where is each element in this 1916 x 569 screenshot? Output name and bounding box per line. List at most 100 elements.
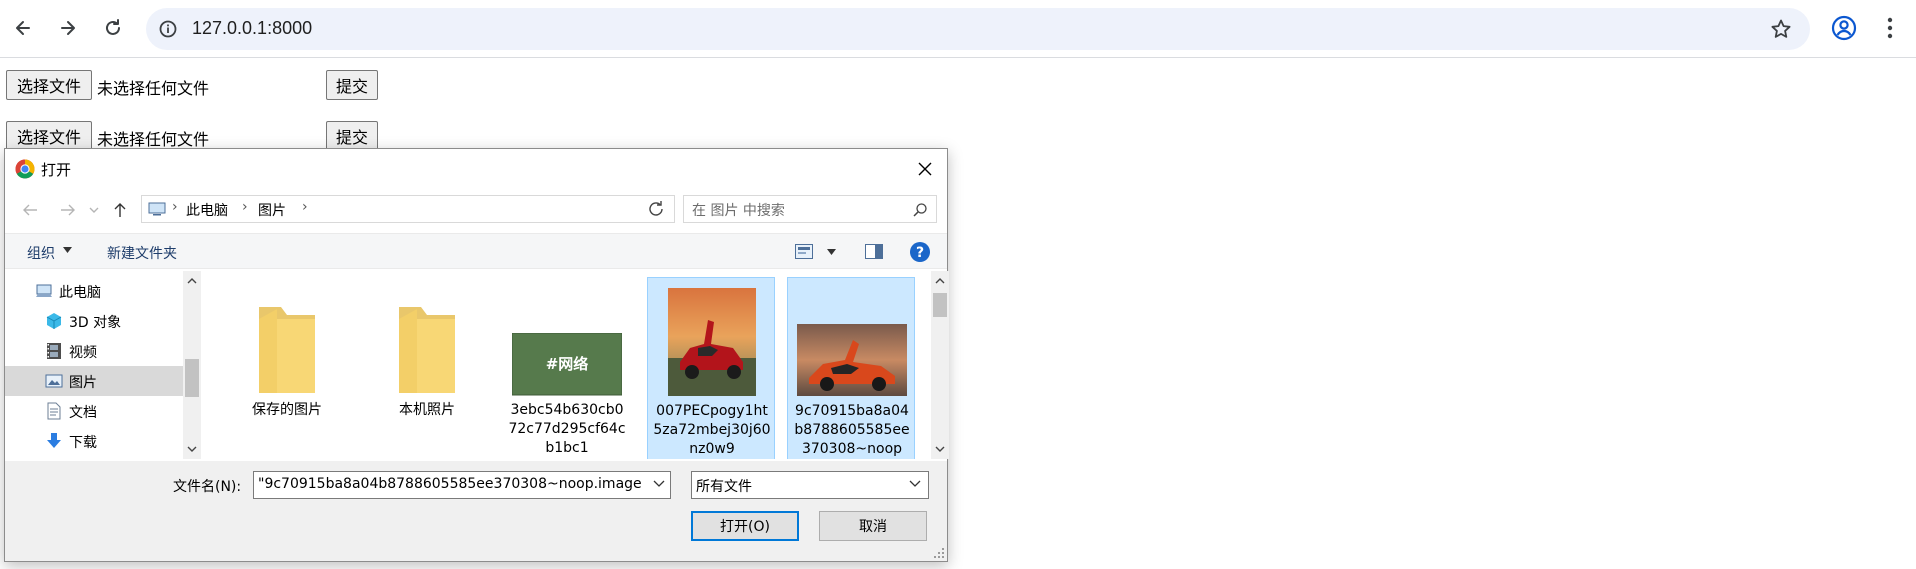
arrow-left-icon bbox=[16, 21, 30, 35]
nav-item-3d-objects[interactable]: 3D 对象 bbox=[5, 306, 183, 336]
organize-button[interactable]: 组织 bbox=[27, 243, 55, 263]
open-file-dialog: 打开 › 此电脑 › 图片 › 在 图片 中搜索 组织 新建文件夹 ? 此电脑 … bbox=[4, 148, 949, 562]
dialog-titlebar[interactable]: 打开 bbox=[5, 149, 947, 189]
dialog-command-bar: 组织 新建文件夹 ? bbox=[5, 233, 947, 269]
nav-item-label: 下载 bbox=[69, 435, 97, 451]
nav-item-video[interactable]: 视频 bbox=[5, 336, 183, 366]
green-image-thumbnail-icon: #网络 bbox=[512, 333, 622, 396]
caret-down-icon[interactable] bbox=[827, 249, 836, 255]
file-list-scrollbar[interactable] bbox=[931, 271, 949, 459]
close-icon[interactable] bbox=[913, 157, 937, 181]
video-icon bbox=[47, 343, 61, 359]
svg-text:#网络: #网络 bbox=[546, 355, 589, 373]
nav-item-pictures[interactable]: 图片 bbox=[5, 366, 183, 396]
computer-icon bbox=[36, 284, 52, 297]
file-name: 007PECpogy1ht5za72mbej30j60nz0w9 bbox=[653, 403, 771, 457]
thumbnail bbox=[223, 277, 351, 397]
dialog-address-box[interactable]: › 此电脑 › 图片 › bbox=[141, 195, 779, 223]
chevron-right-icon: › bbox=[242, 199, 248, 215]
view-options-icon[interactable] bbox=[795, 244, 813, 259]
file-list-pane: 保存的图片 本机照片 #网络 3ebc54b630cb072c77d295cf6… bbox=[201, 271, 931, 459]
orange-car-photo-icon bbox=[797, 324, 907, 396]
browser-toolbar: 127.0.0.1:8000 bbox=[0, 0, 1916, 58]
chevron-down-icon[interactable] bbox=[909, 480, 921, 488]
arrow-up-icon[interactable] bbox=[109, 199, 131, 221]
profile-icon[interactable] bbox=[1830, 14, 1858, 42]
chevron-down-icon[interactable] bbox=[186, 443, 198, 455]
nav-item-downloads[interactable]: 下载 bbox=[5, 426, 183, 456]
dialog-search-input[interactable]: 在 图片 中搜索 bbox=[683, 195, 937, 223]
file-name: 9c70915ba8a04b8788605585ee370308~noop bbox=[794, 403, 910, 457]
dialog-title: 打开 bbox=[41, 161, 72, 179]
bookmark-star-icon[interactable] bbox=[1770, 18, 1792, 40]
file-item-folder[interactable]: 保存的图片 bbox=[223, 277, 351, 459]
file-status-text: 未选择任何文件 bbox=[97, 79, 210, 98]
thumbnail bbox=[363, 277, 491, 397]
nav-item-label: 3D 对象 bbox=[69, 315, 122, 331]
file-item-image-selected[interactable]: 9c70915ba8a04b8788605585ee370308~noop bbox=[787, 277, 915, 459]
nav-item-label: 图片 bbox=[69, 375, 97, 391]
preview-pane-icon[interactable] bbox=[865, 244, 883, 259]
nav-item-label: 此电脑 bbox=[59, 285, 101, 301]
chrome-logo-icon bbox=[15, 159, 35, 179]
navigation-scrollbar[interactable] bbox=[183, 271, 201, 459]
nav-item-label: 视频 bbox=[69, 345, 97, 361]
help-icon[interactable]: ? bbox=[909, 241, 931, 263]
new-folder-button[interactable]: 新建文件夹 bbox=[107, 243, 177, 263]
file-status-text: 未选择任何文件 bbox=[97, 130, 210, 149]
thumbnail: #网络 bbox=[503, 277, 631, 397]
back-button[interactable] bbox=[6, 11, 40, 45]
computer-icon bbox=[148, 202, 166, 216]
scrollbar-thumb[interactable] bbox=[185, 359, 199, 397]
scrollbar-thumb[interactable] bbox=[933, 293, 947, 317]
choose-file-button[interactable]: 选择文件 bbox=[6, 121, 92, 151]
folder-icon bbox=[399, 307, 455, 393]
filetype-select[interactable]: 所有文件 bbox=[691, 471, 929, 499]
forward-button[interactable] bbox=[51, 11, 85, 45]
chevron-up-icon[interactable] bbox=[934, 275, 946, 287]
chevron-right-icon: › bbox=[302, 199, 308, 215]
reload-icon bbox=[106, 19, 120, 35]
dialog-footer: 文件名(N): "9c70915ba8a04b8788605585ee37030… bbox=[5, 461, 947, 561]
download-icon bbox=[47, 433, 61, 448]
submit-button[interactable]: 提交 bbox=[326, 121, 378, 151]
nav-item-documents[interactable]: 文档 bbox=[5, 396, 183, 426]
folder-icon bbox=[259, 307, 315, 393]
address-bar[interactable]: 127.0.0.1:8000 bbox=[146, 8, 1810, 50]
chevron-down-icon[interactable] bbox=[653, 480, 665, 488]
cancel-button[interactable]: 取消 bbox=[819, 511, 927, 541]
file-item-image[interactable]: #网络 3ebc54b630cb072c77d295cf64cb1bc1 bbox=[503, 277, 631, 459]
caret-down-icon bbox=[63, 247, 72, 253]
file-item-image-selected[interactable]: 007PECpogy1ht5za72mbej30j60nz0w9 bbox=[647, 277, 775, 459]
thumbnail bbox=[788, 278, 916, 398]
search-placeholder: 在 图片 中搜索 bbox=[692, 203, 785, 219]
recent-locations-chevron-icon[interactable] bbox=[87, 199, 101, 221]
submit-button[interactable]: 提交 bbox=[326, 70, 378, 100]
chevron-down-icon[interactable] bbox=[934, 443, 946, 455]
file-name: 本机照片 bbox=[399, 402, 455, 418]
refresh-icon[interactable] bbox=[645, 198, 667, 220]
file-item-folder[interactable]: 本机照片 bbox=[363, 277, 491, 459]
choose-file-button[interactable]: 选择文件 bbox=[6, 70, 92, 100]
pictures-icon bbox=[45, 374, 63, 388]
kebab-menu-icon[interactable] bbox=[1876, 14, 1904, 42]
breadcrumb-pictures[interactable]: 图片 bbox=[258, 200, 286, 220]
navigation-pane: 此电脑 3D 对象 视频 图片 文档 下载 bbox=[5, 271, 201, 459]
search-icon[interactable] bbox=[912, 202, 928, 218]
dialog-address-row: › 此电脑 › 图片 › 在 图片 中搜索 bbox=[5, 191, 947, 227]
nav-item-label: 文档 bbox=[69, 405, 97, 421]
filename-input[interactable]: "9c70915ba8a04b8788605585ee370308~noop.i… bbox=[253, 471, 671, 499]
filename-label: 文件名(N): bbox=[173, 479, 242, 495]
url-text[interactable]: 127.0.0.1:8000 bbox=[192, 18, 312, 39]
site-info-icon[interactable] bbox=[158, 19, 178, 39]
thumbnail bbox=[648, 278, 776, 398]
open-button[interactable]: 打开(O) bbox=[691, 511, 799, 541]
reload-button[interactable] bbox=[96, 11, 130, 45]
arrow-left-icon[interactable] bbox=[19, 199, 41, 221]
chevron-up-icon[interactable] bbox=[186, 275, 198, 287]
nav-item-this-pc[interactable]: 此电脑 bbox=[5, 276, 183, 306]
red-car-photo-icon bbox=[668, 288, 756, 396]
arrow-right-icon[interactable] bbox=[57, 199, 79, 221]
resize-grip-icon[interactable] bbox=[933, 547, 945, 559]
breadcrumb-this-pc[interactable]: 此电脑 bbox=[186, 200, 228, 220]
